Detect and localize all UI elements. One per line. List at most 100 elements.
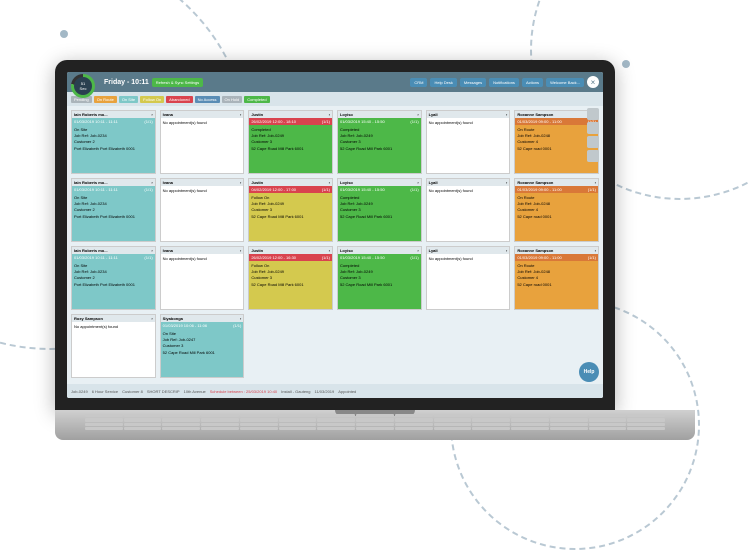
card-worker-name: Iain Roberts mo...›: [72, 111, 155, 118]
card-worker-name: Justin›: [249, 247, 332, 254]
card-body: On RouteJob Ref: Job-0248Customer 452 Ca…: [515, 193, 598, 241]
card-datetime: 01/03/2019 10:11 - 11:11(1/1): [72, 186, 155, 193]
card-worker-name: Loyiso›: [338, 179, 421, 186]
appointment-card[interactable]: Ivana›No appointment(s) found: [160, 110, 245, 174]
appointment-card[interactable]: Loyiso›01/03/2019 15:40 - 15:50(1/1)Comp…: [337, 178, 422, 242]
bottom-schedule-text: Schedule between : 25/03/2019 10:40: [210, 389, 277, 394]
appointment-card[interactable]: Justin›26/02/2019 12:00 - 16:30(1/1)Foll…: [248, 246, 333, 310]
bottom-bar-item: Customer 8: [122, 389, 143, 394]
card-body: No appointment(s) found: [161, 118, 244, 173]
timer-unit: Sec: [80, 86, 87, 91]
card-datetime: 01/03/2019 10:11 - 11:11(1/1): [72, 254, 155, 261]
nav-notifications[interactable]: Notifications: [489, 78, 519, 87]
nav-crm[interactable]: CRM: [410, 78, 427, 87]
nav-welcome[interactable]: Welcome Back...: [546, 78, 584, 87]
card-body: On SiteJob Ref: Job-0247Customer 352 Cap…: [161, 329, 244, 377]
bottom-bar-item: 6 Hour Service: [92, 389, 118, 394]
chart-icon[interactable]: [587, 108, 599, 120]
card-body: On SiteJob Ref: Job-0234Customer 2Port E…: [72, 125, 155, 173]
refresh-sync-button[interactable]: Refresh & Sync Settings: [152, 78, 203, 87]
card-worker-name: Lyall›: [427, 111, 510, 118]
card-datetime: 26/02/2019 12:00 - 16:30(1/1): [249, 254, 332, 261]
status-filter-row: PendingOn RouteOn SiteFollow OnAbandoned…: [67, 92, 603, 106]
refresh-timer[interactable]: 51 Sec: [71, 74, 95, 98]
nav-helpdesk[interactable]: Help Desk: [430, 78, 456, 87]
card-datetime: 01/03/2019 10:06 - 11:06(1/1): [161, 322, 244, 329]
appointment-card[interactable]: Lyall›No appointment(s) found: [426, 246, 511, 310]
appointment-card[interactable]: Loyiso›01/03/2019 15:40 - 15:50(1/1)Comp…: [337, 246, 422, 310]
help-button[interactable]: Help: [579, 362, 599, 382]
day-time: Friday - 10:11: [104, 79, 149, 86]
appointment-card[interactable]: Roxanne Sampson›01/03/2019 09:00 - 11:00…: [514, 178, 599, 242]
status-filter-abandoned[interactable]: Abandoned: [166, 96, 192, 103]
card-body: On SiteJob Ref: Job-0234Customer 2Port E…: [72, 193, 155, 241]
card-worker-name: Roxanne Sampson›: [515, 179, 598, 186]
card-datetime: 26/02/2019 12:00 - 18:10(1/1): [249, 118, 332, 125]
card-datetime: 01/03/2019 09:00 - 11:00(1/1): [515, 118, 598, 125]
card-datetime: 01/03/2019 10:11 - 11:11(1/1): [72, 118, 155, 125]
appointment-card[interactable]: Justin›26/02/2019 12:00 - 18:10(1/1)Comp…: [248, 110, 333, 174]
top-bar: 51 Sec Friday - 10:11 Refresh & Sync Set…: [67, 72, 603, 92]
card-body: CompletedJob Ref: Job-0249Customer 352 C…: [338, 261, 421, 309]
card-worker-name: Iain Roberts mo...›: [72, 247, 155, 254]
status-filter-on-hold[interactable]: On Hold: [222, 96, 243, 103]
card-worker-name: Loyiso›: [338, 111, 421, 118]
appointment-card[interactable]: Siyabonga›01/03/2019 10:06 - 11:06(1/1)O…: [160, 314, 245, 378]
appointment-card[interactable]: Roxy Sampson›No appointment(s) found: [71, 314, 156, 378]
card-worker-name: Siyabonga›: [161, 315, 244, 322]
card-datetime: 01/03/2019 15:40 - 15:50(1/1): [338, 118, 421, 125]
filter-icon[interactable]: [587, 150, 599, 162]
card-datetime: 04/02/2019 12:00 - 17:00(1/1): [249, 186, 332, 193]
status-filter-on-route[interactable]: On Route: [94, 96, 117, 103]
card-worker-name: Iain Roberts mo...›: [72, 179, 155, 186]
card-body: Follow OnJob Ref: Job-0249Customer 352 C…: [249, 193, 332, 241]
appointment-card[interactable]: Loyiso›01/03/2019 15:40 - 15:50(1/1)Comp…: [337, 110, 422, 174]
status-filter-completed[interactable]: Completed: [244, 96, 269, 103]
card-body: On RouteJob Ref: Job-0248Customer 452 Ca…: [515, 261, 598, 309]
bottom-bar-item: Job-0249: [71, 389, 88, 394]
appointment-card[interactable]: Roxanne Sampson›01/03/2019 09:00 - 11:00…: [514, 246, 599, 310]
status-filter-on-site[interactable]: On Site: [119, 96, 138, 103]
bottom-bar-item: SHORT DESCRIP: [147, 389, 180, 394]
appointment-card[interactable]: Ivana›No appointment(s) found: [160, 178, 245, 242]
card-body: No appointment(s) found: [161, 254, 244, 309]
card-body: No appointment(s) found: [72, 322, 155, 377]
card-worker-name: Lyall›: [427, 179, 510, 186]
appointment-card[interactable]: Lyall›No appointment(s) found: [426, 110, 511, 174]
nav-actions[interactable]: Actions: [522, 78, 543, 87]
close-icon[interactable]: ×: [587, 76, 599, 88]
appointment-card[interactable]: Iain Roberts mo...›01/03/2019 10:11 - 11…: [71, 246, 156, 310]
bottom-bar-item: 11/03/2019: [315, 389, 335, 394]
appointment-card[interactable]: Iain Roberts mo...›01/03/2019 10:11 - 11…: [71, 178, 156, 242]
bottom-bar-item: Install - Gauteng: [281, 389, 310, 394]
status-filter-no-access[interactable]: No Access: [195, 96, 220, 103]
card-worker-name: Ivana›: [161, 247, 244, 254]
appointment-card[interactable]: Justin›04/02/2019 12:00 - 17:00(1/1)Foll…: [248, 178, 333, 242]
status-filter-follow-on[interactable]: Follow On: [140, 96, 164, 103]
card-body: CompletedJob Ref: Job-0249Customer 352 C…: [338, 125, 421, 173]
card-body: On RouteJob Ref: Job-0248Customer 452 Ca…: [515, 125, 598, 173]
laptop-mockup: 51 Sec Friday - 10:11 Refresh & Sync Set…: [55, 60, 695, 440]
card-body: CompletedJob Ref: Job-0249Customer 352 C…: [249, 125, 332, 173]
nav-messages[interactable]: Messages: [460, 78, 486, 87]
laptop-base: [55, 410, 695, 440]
card-body: CompletedJob Ref: Job-0249Customer 352 C…: [338, 193, 421, 241]
appointment-card[interactable]: Iain Roberts mo...›01/03/2019 10:11 - 11…: [71, 110, 156, 174]
settings-icon[interactable]: [587, 136, 599, 148]
refresh-icon[interactable]: [587, 122, 599, 134]
card-worker-name: Loyiso›: [338, 247, 421, 254]
card-worker-name: Roxanne Sampson›: [515, 111, 598, 118]
card-worker-name: Roxanne Sampson›: [515, 247, 598, 254]
appointment-grid: Iain Roberts mo...›01/03/2019 10:11 - 11…: [67, 106, 603, 382]
card-worker-name: Lyall›: [427, 247, 510, 254]
card-worker-name: Ivana›: [161, 111, 244, 118]
card-body: Follow OnJob Ref: Job-0249Customer 352 C…: [249, 261, 332, 309]
appointment-card[interactable]: Lyall›No appointment(s) found: [426, 178, 511, 242]
card-worker-name: Justin›: [249, 179, 332, 186]
card-body: On SiteJob Ref: Job-0234Customer 2Port E…: [72, 261, 155, 309]
bottom-status-bar: Job-0249 6 Hour Service Customer 8 SHORT DE…: [67, 384, 603, 398]
right-sidebar: [587, 108, 601, 162]
card-body: No appointment(s) found: [161, 186, 244, 241]
card-body: No appointment(s) found: [427, 118, 510, 173]
appointment-card[interactable]: Ivana›No appointment(s) found: [160, 246, 245, 310]
